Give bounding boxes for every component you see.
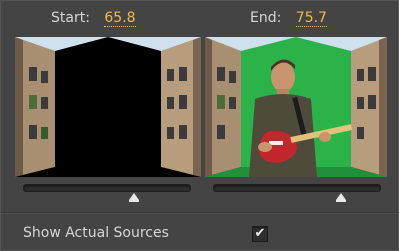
end-preview-image	[205, 37, 387, 177]
transition-settings-panel: Start: 65.8 End: 75.7 Show Actual Source…	[0, 0, 399, 251]
divider	[1, 212, 399, 214]
show-actual-sources-checkbox[interactable]: ✔	[252, 226, 268, 242]
start-slider-track[interactable]	[23, 184, 191, 192]
start-preview-art	[15, 37, 201, 177]
start-value[interactable]: 65.8	[104, 11, 136, 27]
end-label: End:	[250, 10, 282, 26]
end-slider-thumb[interactable]	[335, 193, 346, 202]
start-preview-image	[15, 37, 201, 177]
end-slider-track[interactable]	[213, 184, 381, 192]
show-actual-sources-label: Show Actual Sources	[23, 225, 169, 241]
start-slider-thumb[interactable]	[128, 193, 139, 202]
end-header: End: 75.7	[250, 10, 327, 32]
start-label: Start:	[51, 10, 90, 26]
end-value[interactable]: 75.7	[295, 11, 327, 27]
start-header: Start: 65.8	[51, 10, 136, 32]
end-preview-art	[205, 37, 387, 177]
